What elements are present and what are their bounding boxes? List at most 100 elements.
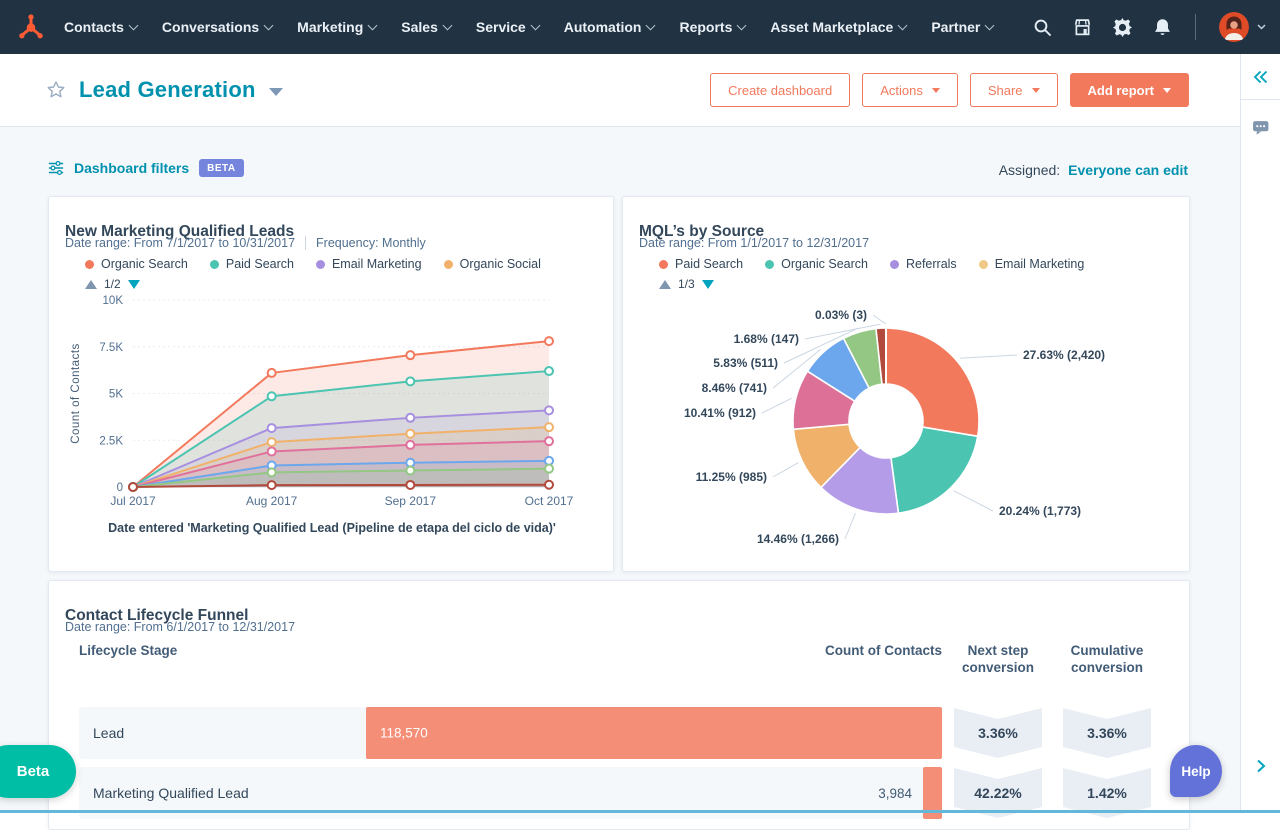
nav-item-partner[interactable]: Partner (931, 19, 993, 35)
cumulative-conversion-badge: 3.36% (1063, 708, 1151, 758)
legend-label: Email Marketing (995, 257, 1085, 271)
x-axis-tick-label: Jul 2017 (110, 494, 156, 508)
share-button[interactable]: Share (970, 73, 1058, 107)
area-line-chart: 02.5K5K7.5K10KJul 2017Aug 2017Sep 2017Oc… (65, 287, 599, 517)
date-range: Date range: From 6/1/2017 to 12/31/2017 (65, 620, 295, 634)
avatar (1219, 12, 1249, 42)
legend-page-down-icon[interactable] (702, 280, 714, 289)
legend-item[interactable]: Organic Social (444, 257, 541, 271)
search-button[interactable] (1033, 18, 1052, 37)
dashboard-header: Lead Generation Create dashboard Actions… (0, 54, 1240, 127)
nav-item-sales[interactable]: Sales (401, 19, 451, 35)
column-header-count: Count of Contacts (742, 643, 942, 660)
legend-page-up-icon[interactable] (659, 280, 671, 289)
donut-slice[interactable] (886, 328, 979, 436)
data-point-marker[interactable] (268, 438, 276, 446)
report-meta: Date range: From 1/1/2017 to 12/31/2017 (639, 236, 869, 250)
legend-item[interactable]: Organic Search (765, 257, 868, 271)
data-point-marker[interactable] (268, 468, 276, 476)
funnel-bar[interactable]: 118,570 (366, 707, 942, 759)
expand-chevron-button[interactable] (1241, 757, 1280, 775)
report-card-new-mqls: New Marketing Qualified Leads Date range… (48, 196, 614, 572)
legend-item[interactable]: Email Marketing (316, 257, 422, 271)
dashboard-filters[interactable]: Dashboard filters BETA (48, 159, 244, 177)
legend-item[interactable]: Paid Search (659, 257, 743, 271)
actions-button[interactable]: Actions (862, 73, 958, 107)
comments-button[interactable] (1241, 118, 1280, 137)
data-point-marker[interactable] (406, 459, 414, 467)
data-point-marker[interactable] (545, 437, 553, 445)
x-axis-tick-label: Aug 2017 (246, 494, 298, 508)
nav-item-asset-marketplace[interactable]: Asset Marketplace (770, 19, 906, 35)
assigned-value-link[interactable]: Everyone can edit (1068, 162, 1188, 178)
y-axis-tick-label: 0 (117, 482, 123, 494)
legend-dot-icon (979, 260, 988, 269)
settings-button[interactable] (1113, 18, 1132, 37)
legend-item[interactable]: Organic Search (85, 257, 188, 271)
data-point-marker[interactable] (268, 447, 276, 455)
data-point-marker[interactable] (545, 337, 553, 345)
column-header-next-step: Next step conversion (954, 643, 1042, 677)
data-point-marker[interactable] (406, 467, 414, 475)
data-point-marker[interactable] (545, 406, 553, 414)
page-title[interactable]: Lead Generation (79, 77, 256, 103)
data-point-marker[interactable] (406, 441, 414, 449)
legend-dot-icon (210, 260, 219, 269)
slice-label: 0.03% (3) (815, 308, 867, 322)
nav-item-marketing[interactable]: Marketing (297, 19, 376, 35)
hubspot-logo[interactable] (14, 10, 48, 44)
nav-item-conversations[interactable]: Conversations (162, 19, 272, 35)
data-point-marker[interactable] (545, 481, 553, 489)
nav-item-automation[interactable]: Automation (564, 19, 655, 35)
data-point-marker[interactable] (268, 424, 276, 432)
x-axis-tick-label: Oct 2017 (525, 494, 574, 508)
nav-item-service[interactable]: Service (476, 19, 539, 35)
chevron-down-icon (442, 20, 452, 30)
add-report-button[interactable]: Add report (1070, 73, 1189, 107)
data-point-marker[interactable] (129, 483, 137, 491)
slice-leader-line (954, 491, 993, 511)
slice-label: 11.25% (985) (696, 470, 767, 484)
nav-item-reports[interactable]: Reports (679, 19, 745, 35)
slice-leader-line (960, 355, 1017, 358)
beta-badge: BETA (199, 159, 243, 177)
legend-dot-icon (765, 260, 774, 269)
data-point-marker[interactable] (406, 414, 414, 422)
chevron-down-icon (368, 20, 378, 30)
create-dashboard-button[interactable]: Create dashboard (710, 73, 850, 107)
dashboard-switcher-caret-icon[interactable] (269, 88, 283, 96)
chart-legend: Organic Search Paid Search Email Marketing… (85, 257, 541, 271)
marketplace-button[interactable] (1073, 18, 1092, 37)
funnel-count-value: 118,570 (380, 726, 428, 741)
data-point-marker[interactable] (268, 369, 276, 377)
data-point-marker[interactable] (545, 465, 553, 473)
legend-item[interactable]: Referrals (890, 257, 957, 271)
data-point-marker[interactable] (406, 481, 414, 489)
favorite-star-icon[interactable] (46, 80, 66, 100)
nav-item-contacts[interactable]: Contacts (64, 19, 137, 35)
data-point-marker[interactable] (545, 423, 553, 431)
data-point-marker[interactable] (406, 351, 414, 359)
data-point-marker[interactable] (545, 457, 553, 465)
data-point-marker[interactable] (406, 430, 414, 438)
collapse-panel-button[interactable] (1241, 54, 1280, 100)
nav-divider (1195, 14, 1196, 40)
legend-item[interactable]: Paid Search (210, 257, 294, 271)
chevron-down-icon (898, 20, 908, 30)
report-meta: Date range: From 6/1/2017 to 12/31/2017 (65, 620, 295, 634)
comments-icon (1252, 119, 1270, 136)
donut-slice[interactable] (891, 427, 978, 513)
beta-fab-button[interactable]: Beta (0, 745, 76, 798)
chevron-down-icon (737, 20, 747, 30)
data-point-marker[interactable] (268, 392, 276, 400)
filter-sliders-icon (48, 160, 64, 176)
help-fab-button[interactable]: Help (1170, 745, 1222, 797)
legend-item[interactable]: Email Marketing (979, 257, 1085, 271)
data-point-marker[interactable] (545, 367, 553, 375)
account-menu[interactable] (1219, 12, 1266, 42)
data-point-marker[interactable] (406, 377, 414, 385)
chevron-down-icon (646, 20, 656, 30)
data-point-marker[interactable] (268, 481, 276, 489)
legend-label: Organic Social (460, 257, 541, 271)
notifications-button[interactable] (1153, 18, 1172, 37)
